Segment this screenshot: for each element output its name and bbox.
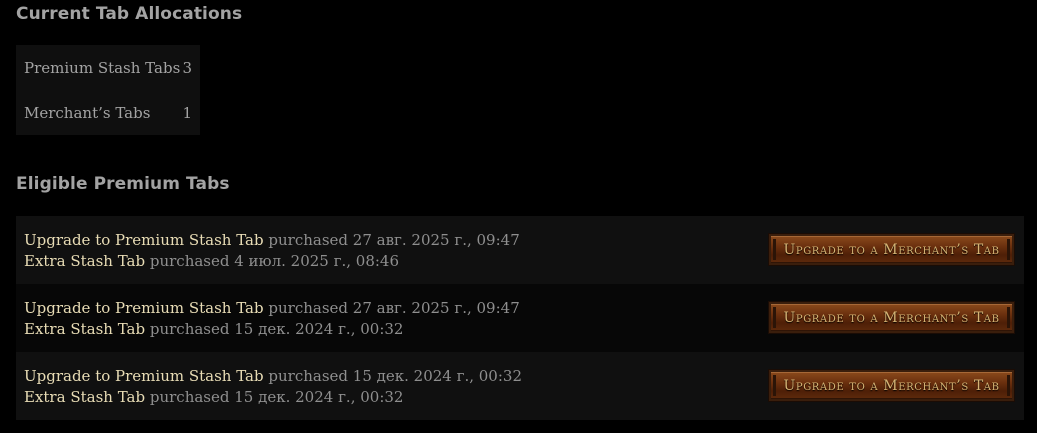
eligible-tabs-list: Upgrade to Premium Stash Tab purchased 2… xyxy=(16,216,1024,420)
upgrade-to-merchant-button[interactable]: Upgrade to a Merchant’s Tab xyxy=(768,233,1015,266)
purchase-detail: purchased 15 дек. 2024 г., 00:32 xyxy=(149,388,404,406)
allocations-table: Premium Stash Tabs 3 Merchant’s Tabs 1 xyxy=(16,45,200,135)
item-name: Extra Stash Tab xyxy=(24,252,146,270)
allocation-label: Premium Stash Tabs xyxy=(24,58,181,77)
purchase-detail: purchased 27 авг. 2025 г., 09:47 xyxy=(268,299,520,317)
purchase-detail: purchased 27 авг. 2025 г., 09:47 xyxy=(268,231,520,249)
item-name: Extra Stash Tab xyxy=(24,388,146,406)
item-name: Upgrade to Premium Stash Tab xyxy=(24,299,264,317)
eligible-row: Upgrade to Premium Stash Tab purchased 2… xyxy=(16,284,1024,352)
item-name: Extra Stash Tab xyxy=(24,320,146,338)
eligible-row: Upgrade to Premium Stash Tab purchased 1… xyxy=(16,352,1024,420)
upgrade-to-merchant-button[interactable]: Upgrade to a Merchant’s Tab xyxy=(768,369,1015,402)
allocation-row-premium: Premium Stash Tabs 3 xyxy=(16,45,200,90)
allocation-count: 1 xyxy=(182,103,192,122)
current-allocations-title: Current Tab Allocations xyxy=(16,4,243,24)
eligible-row: Upgrade to Premium Stash Tab purchased 2… xyxy=(16,216,1024,284)
eligible-tabs-title: Eligible Premium Tabs xyxy=(16,174,230,194)
item-name: Upgrade to Premium Stash Tab xyxy=(24,367,264,385)
item-name: Upgrade to Premium Stash Tab xyxy=(24,231,264,249)
purchase-detail: purchased 15 дек. 2024 г., 00:32 xyxy=(268,367,522,385)
allocation-row-merchant: Merchant’s Tabs 1 xyxy=(16,90,200,135)
upgrade-to-merchant-button[interactable]: Upgrade to a Merchant’s Tab xyxy=(768,301,1015,334)
allocation-count: 3 xyxy=(182,58,192,77)
purchase-detail: purchased 4 июл. 2025 г., 08:46 xyxy=(149,252,400,270)
purchase-detail: purchased 15 дек. 2024 г., 00:32 xyxy=(149,320,404,338)
allocation-label: Merchant’s Tabs xyxy=(24,103,151,122)
